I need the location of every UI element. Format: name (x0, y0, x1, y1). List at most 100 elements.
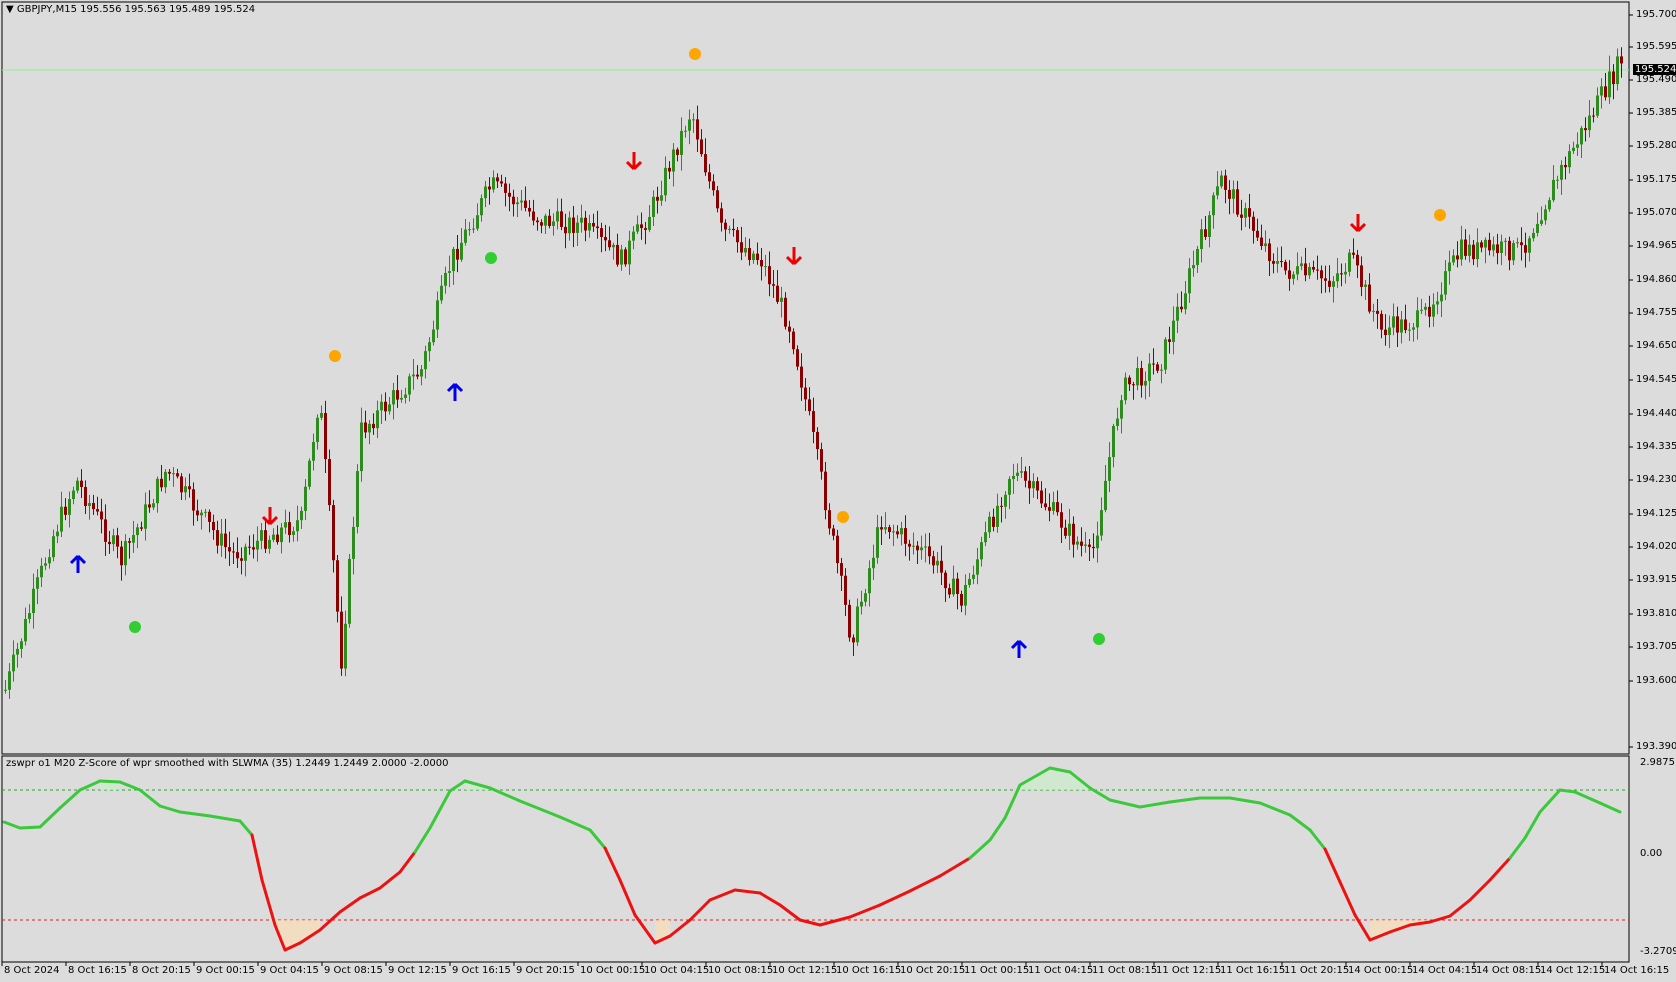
candle-body (1504, 240, 1507, 242)
candle-body (72, 490, 75, 500)
candle-body (188, 486, 191, 490)
candle-body (736, 230, 739, 243)
candle-body (1560, 164, 1563, 180)
candle-body (1572, 147, 1575, 152)
candle-body (556, 211, 559, 222)
candle-body (440, 285, 443, 301)
candle-body (452, 248, 455, 272)
price-label: 195.070 (1636, 207, 1676, 218)
candle-body (780, 297, 783, 302)
candle-body (576, 222, 579, 233)
candle-body (768, 266, 771, 285)
candle-body (320, 413, 323, 418)
candle-body (884, 527, 887, 530)
candle-body (1064, 527, 1067, 536)
candle-body (1416, 310, 1419, 328)
candle-body (1480, 242, 1483, 248)
price-panel[interactable] (1, 1, 1630, 755)
price-label: 195.595 (1636, 41, 1676, 52)
candle-body (636, 224, 639, 232)
candle-body (116, 535, 119, 547)
candle-body (552, 221, 555, 226)
candle-body (900, 528, 903, 535)
candle-body (276, 534, 279, 543)
price-label: 193.810 (1636, 608, 1676, 619)
candle-body (152, 503, 155, 508)
price-label: 195.385 (1636, 107, 1676, 118)
candle-body (1604, 86, 1607, 98)
candle-body (992, 516, 995, 527)
candle-body (1256, 230, 1259, 238)
candle-body (1364, 284, 1367, 287)
candle-body (444, 272, 447, 286)
candle-body (544, 215, 547, 226)
candle-body (112, 535, 115, 545)
candle-body (1392, 316, 1395, 328)
candle-body (312, 441, 315, 461)
candle-body (1544, 209, 1547, 221)
candle-body (952, 578, 955, 595)
price-label: 194.335 (1636, 441, 1676, 452)
price-label: 193.705 (1636, 641, 1676, 652)
candle-body (712, 181, 715, 191)
candle-body (1400, 319, 1403, 333)
candle-body (1128, 377, 1131, 385)
candle-body (200, 512, 203, 516)
candle-body (1060, 512, 1063, 528)
indicator-axis-label: 0.00 (1640, 848, 1663, 859)
candle-body (1088, 544, 1091, 547)
candle-body (748, 248, 751, 261)
candle-body (1420, 309, 1423, 311)
candle-body (928, 546, 931, 557)
candle-body (28, 613, 31, 619)
candle-body (848, 604, 851, 638)
candle-body (984, 532, 987, 543)
chart-canvas[interactable] (0, 0, 1676, 982)
candle-body (1296, 266, 1299, 275)
candle-body (836, 535, 839, 564)
candle-body (1096, 535, 1099, 549)
candle-body (1468, 244, 1471, 256)
candle-body (432, 329, 435, 343)
candle-body (1360, 265, 1363, 287)
candle-body (136, 527, 139, 536)
candle-body (920, 547, 923, 551)
candle-body (1336, 273, 1339, 282)
candle-body (1452, 255, 1455, 263)
candle-body (300, 510, 303, 521)
candle-body (356, 471, 359, 527)
candle-body (1432, 304, 1435, 317)
candle-body (936, 560, 939, 566)
candle-body (912, 545, 915, 547)
candle-body (1340, 273, 1343, 275)
candle-body (264, 530, 267, 549)
candle-body (1252, 216, 1255, 231)
price-label: 195.700 (1636, 9, 1676, 20)
candle-body (1564, 164, 1567, 168)
candle-body (1300, 263, 1303, 267)
candle-body (1220, 175, 1223, 187)
candle-body (1008, 479, 1011, 495)
candle-body (972, 574, 975, 579)
candle-body (1332, 281, 1335, 287)
candle-body (296, 520, 299, 532)
candle-body (256, 540, 259, 550)
green-dot-icon (129, 621, 141, 633)
time-label: 11 Oct 12:15 (1156, 965, 1222, 976)
candle-body (624, 249, 627, 265)
time-label: 10 Oct 20:15 (900, 965, 966, 976)
candle-body (328, 459, 331, 506)
candle-body (1284, 261, 1287, 271)
price-label: 194.650 (1636, 340, 1676, 351)
candle-body (340, 611, 343, 669)
collapse-triangle-icon[interactable]: ▼ (6, 4, 14, 15)
candle-body (1080, 541, 1083, 546)
candle-body (1272, 260, 1275, 264)
candle-body (376, 410, 379, 429)
candle-body (1460, 239, 1463, 260)
candle-body (4, 689, 7, 691)
candle-body (260, 530, 263, 541)
candle-body (1036, 481, 1039, 491)
candle-body (224, 533, 227, 548)
candle-body (792, 331, 795, 350)
